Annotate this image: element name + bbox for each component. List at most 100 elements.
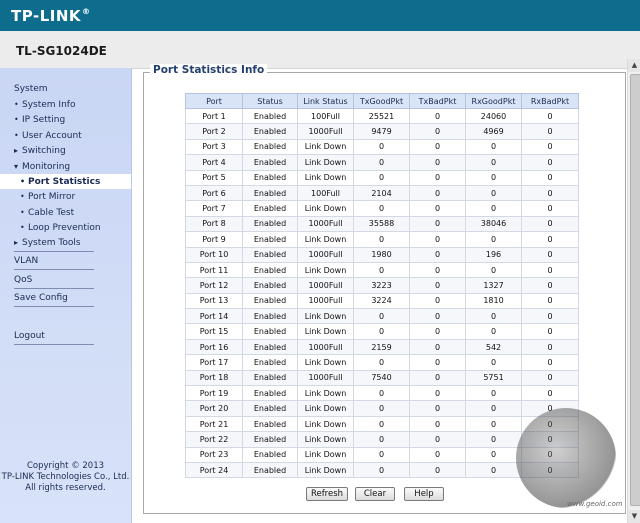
table-cell: 0 xyxy=(521,323,579,340)
sidebar-item-vlan[interactable]: VLAN xyxy=(14,256,38,266)
table-cell: Enabled xyxy=(242,446,298,463)
table-row: Port 23 Enabled Link Down 0 0 0 0 xyxy=(185,446,579,463)
table-cell: 2159 xyxy=(353,338,410,356)
table-cell: 0 xyxy=(409,400,466,417)
sidebar-item-system-info[interactable]: • System Info xyxy=(14,100,75,110)
table-cell: 0 xyxy=(465,308,522,325)
table-cell: 0 xyxy=(521,200,579,217)
table-cell: 0 xyxy=(409,154,466,171)
table-cell: 1000Full xyxy=(297,123,354,140)
table-cell: Enabled xyxy=(242,123,298,140)
bullet-icon: • xyxy=(20,223,25,232)
table-cell: Port 15 xyxy=(185,323,243,340)
table-row: Port 12 Enabled 1000Full 3223 0 1327 0 xyxy=(185,277,579,294)
table-cell: 0 xyxy=(353,308,410,325)
clear-button[interactable]: Clear xyxy=(355,487,395,501)
bullet-icon: • xyxy=(14,131,19,140)
table-cell: Link Down xyxy=(297,323,354,340)
sidebar-item-system[interactable]: System xyxy=(14,84,48,94)
table-cell: Link Down xyxy=(297,261,354,279)
column-header-link-status: Link Status xyxy=(297,93,354,109)
table-cell: Link Down xyxy=(297,138,354,156)
table-cell: Port 20 xyxy=(185,400,243,417)
sidebar-item-port-mirror[interactable]: • Port Mirror xyxy=(20,192,75,202)
sidebar-item-loop-prevention[interactable]: • Loop Prevention xyxy=(20,223,101,233)
table-cell: 100Full xyxy=(297,184,354,202)
table-cell: 0 xyxy=(409,138,466,156)
sidebar-item-cable-test[interactable]: • Cable Test xyxy=(20,208,74,218)
sidebar-item-logout[interactable]: Logout xyxy=(14,331,45,341)
table-cell: 0 xyxy=(521,184,579,202)
table-cell: 0 xyxy=(521,369,579,387)
sidebar-item-qos[interactable]: QoS xyxy=(14,275,32,285)
sidebar-item-monitoring[interactable]: ▾ Monitoring xyxy=(14,162,70,172)
table-cell: 0 xyxy=(409,184,466,202)
model-name: TL-SG1024DE xyxy=(16,44,107,58)
scroll-down-arrow-icon[interactable]: ▼ xyxy=(628,510,640,523)
table-cell: Port 24 xyxy=(185,461,243,479)
table-row: Port 18 Enabled 1000Full 7540 0 5751 0 xyxy=(185,369,579,387)
table-cell: Enabled xyxy=(242,385,298,402)
table-cell: Port 22 xyxy=(185,431,243,448)
table-cell: Link Down xyxy=(297,446,354,463)
sidebar-item-user-account[interactable]: • User Account xyxy=(14,131,82,141)
table-cell: 0 xyxy=(409,215,466,233)
table-cell: 0 xyxy=(409,169,466,186)
bullet-icon: • xyxy=(14,115,19,124)
copyright-text: Copyright © 2013 TP-LINK Technologies Co… xyxy=(1,461,130,493)
column-header-port: Port xyxy=(185,93,243,109)
table-cell: Link Down xyxy=(297,308,354,325)
table-cell: Enabled xyxy=(242,431,298,448)
sidebar-item-port-statistics[interactable]: • Port Statistics xyxy=(20,177,100,187)
table-cell: 0 xyxy=(521,338,579,356)
table-cell: Port 13 xyxy=(185,292,243,310)
table-body: Port 1 Enabled 100Full 25521 0 24060 0 Port 2 En… xyxy=(185,107,579,479)
scroll-up-arrow-icon[interactable]: ▲ xyxy=(628,59,640,72)
table-cell: Port 19 xyxy=(185,385,243,402)
sidebar-item-save-config[interactable]: Save Config xyxy=(14,293,68,303)
table-cell: 0 xyxy=(409,338,466,356)
table-cell: 0 xyxy=(353,400,410,417)
table-cell: Link Down xyxy=(297,231,354,248)
table-cell: Enabled xyxy=(242,415,298,433)
table-cell: Enabled xyxy=(242,184,298,202)
table-row: Port 7 Enabled Link Down 0 0 0 0 xyxy=(185,200,579,217)
table-cell: 0 xyxy=(521,215,579,233)
table-cell: 25521 xyxy=(353,107,410,125)
sidebar-item-system-tools[interactable]: ▸ System Tools xyxy=(14,238,81,248)
sidebar-item-ip-setting[interactable]: • IP Setting xyxy=(14,115,65,125)
table-cell: 3223 xyxy=(353,277,410,294)
table-cell: 0 xyxy=(521,461,579,479)
table-cell: Link Down xyxy=(297,200,354,217)
table-cell: Enabled xyxy=(242,354,298,371)
help-button[interactable]: Help xyxy=(404,487,444,501)
refresh-button[interactable]: Refresh xyxy=(306,487,348,501)
vertical-scrollbar[interactable]: ▲ ▼ xyxy=(627,59,640,523)
table-cell: 1327 xyxy=(465,277,522,294)
arrow-down-icon: ▾ xyxy=(14,162,19,171)
table-cell: Link Down xyxy=(297,169,354,186)
table-cell: Port 21 xyxy=(185,415,243,433)
table-cell: 0 xyxy=(353,138,410,156)
table-cell: Enabled xyxy=(242,169,298,186)
table-cell: Enabled xyxy=(242,338,298,356)
table-cell: 0 xyxy=(521,277,579,294)
table-cell: Port 16 xyxy=(185,338,243,356)
table-cell: 0 xyxy=(465,261,522,279)
table-row: Port 9 Enabled Link Down 0 0 0 0 xyxy=(185,231,579,248)
table-cell: Port 2 xyxy=(185,123,243,140)
table-cell: 0 xyxy=(353,415,410,433)
table-cell: 0 xyxy=(409,431,466,448)
table-cell: 196 xyxy=(465,246,522,263)
table-cell: 0 xyxy=(521,138,579,156)
table-cell: 4969 xyxy=(465,123,522,140)
table-cell: Port 8 xyxy=(185,215,243,233)
table-cell: Port 17 xyxy=(185,354,243,371)
table-row: Port 20 Enabled Link Down 0 0 0 0 xyxy=(185,400,579,417)
table-cell: 0 xyxy=(465,461,522,479)
table-cell: 0 xyxy=(521,446,579,463)
sidebar-item-switching[interactable]: ▸ Switching xyxy=(14,146,66,156)
table-row: Port 2 Enabled 1000Full 9479 0 4969 0 xyxy=(185,123,579,140)
scroll-thumb[interactable] xyxy=(630,74,640,506)
table-cell: Enabled xyxy=(242,154,298,171)
